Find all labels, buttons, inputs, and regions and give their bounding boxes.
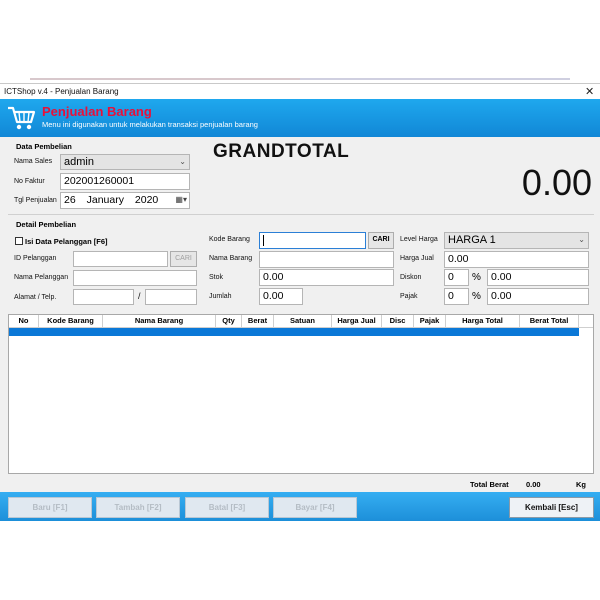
tgl-day: 26 [64,194,76,206]
nama-barang-input[interactable] [259,251,394,268]
total-berat-value: 0.00 [526,480,541,489]
tgl-penjualan-picker[interactable]: 26 January 2020 ▦▾ [60,192,190,209]
level-harga-select[interactable]: HARGA 1 ⌄ [444,232,589,249]
stok-input[interactable]: 0.00 [259,269,394,286]
table-header: No Kode Barang Nama Barang Qty Berat Sat… [9,315,593,328]
total-berat-label: Total Berat [470,480,509,489]
id-pelanggan-input[interactable] [73,251,168,267]
stok-label: Stok [209,274,224,281]
baru-button[interactable]: Baru [F1] [8,497,92,518]
col-pajak[interactable]: Pajak [414,315,446,327]
page-subtitle: Menu ini digunakan untuk melakukan trans… [42,120,258,129]
col-berat-total[interactable]: Berat Total [520,315,579,327]
window-title: ICTShop v.4 - Penjualan Barang [4,87,119,96]
col-qty[interactable]: Qty [216,315,242,327]
action-bar: Baru [F1] Tambah [F2] Batal [F3] Bayar [… [0,492,600,521]
level-harga-value: HARGA 1 [448,234,496,246]
no-faktur-label: No Faktur [14,178,45,185]
background-blur-line [30,78,300,80]
page-title: Penjualan Barang [42,104,152,119]
nama-sales-select[interactable]: admin ⌄ [60,154,190,170]
tambah-button[interactable]: Tambah [F2] [96,497,180,518]
id-pelanggan-label: ID Pelanggan [14,255,57,262]
chevron-down-icon: ⌄ [179,157,186,166]
diskon-value-input[interactable]: 0.00 [487,269,589,286]
tgl-month: January [86,194,124,206]
background-top [0,0,600,80]
chevron-down-icon: ⌄ [578,235,585,244]
col-disc[interactable]: Disc [382,315,414,327]
cari-barang-button[interactable]: CARI [368,232,394,249]
nama-sales-value: admin [64,156,94,168]
title-bar: ICTShop v.4 - Penjualan Barang ✕ [0,84,600,99]
col-nama-barang[interactable]: Nama Barang [103,315,216,327]
col-berat[interactable]: Berat [242,315,274,327]
pajak-percent-input[interactable]: 0 [444,288,469,305]
items-table[interactable]: No Kode Barang Nama Barang Qty Berat Sat… [8,314,594,474]
nama-barang-label: Nama Barang [209,255,253,262]
app-window: ICTShop v.4 - Penjualan Barang ✕ Penjual… [0,83,600,521]
bayar-button[interactable]: Bayar [F4] [273,497,357,518]
group-title-data-pembelian: Data Pembelian [16,142,72,151]
batal-button[interactable]: Batal [F3] [185,497,269,518]
kode-barang-input[interactable] [259,232,366,249]
diskon-label: Diskon [400,274,422,281]
kembali-button[interactable]: Kembali [Esc] [509,497,594,518]
tgl-year: 2020 [134,194,159,206]
calendar-icon[interactable]: ▦▾ [175,193,187,207]
nama-pelanggan-label: Nama Pelanggan [14,274,69,281]
col-satuan[interactable]: Satuan [274,315,332,327]
telp-input[interactable] [145,289,197,305]
col-no[interactable]: No [9,315,39,327]
col-kode-barang[interactable]: Kode Barang [39,315,103,327]
close-icon[interactable]: ✕ [585,85,594,98]
alamat-label: Alamat / Telp. [14,294,57,301]
harga-jual-input[interactable]: 0.00 [444,251,589,268]
no-faktur-input[interactable]: 202001260001 [60,173,190,190]
nama-pelanggan-input[interactable] [73,270,197,286]
cart-icon [8,106,36,130]
diskon-percent-input[interactable]: 0 [444,269,469,286]
percent-sign: % [472,291,481,302]
jumlah-label: Jumlah [209,293,232,300]
isi-pelanggan-checkbox[interactable] [15,237,23,245]
kode-barang-label: Kode Barang [209,236,250,243]
col-harga-jual[interactable]: Harga Jual [332,315,382,327]
nama-sales-label: Nama Sales [14,158,53,165]
col-harga-total[interactable]: Harga Total [446,315,520,327]
background-blur-line [300,78,570,80]
percent-sign: % [472,272,481,283]
table-row[interactable] [9,328,579,336]
pajak-value-input[interactable]: 0.00 [487,288,589,305]
alamat-separator: / [138,291,141,301]
divider [8,214,594,215]
grandtotal-value: 0.00 [521,162,592,203]
harga-jual-label: Harga Jual [400,255,434,262]
pajak-label: Pajak [400,293,418,300]
alamat-input[interactable] [73,289,134,305]
cari-pelanggan-button[interactable]: CARI [170,251,197,267]
tgl-penjualan-label: Tgl Penjualan [14,197,57,204]
jumlah-input[interactable]: 0.00 [259,288,303,305]
group-title-detail-pembelian: Detail Pembelian [16,220,77,229]
isi-pelanggan-label: Isi Data Pelanggan [F6] [25,237,108,246]
total-berat-unit: Kg [576,480,586,489]
header-banner: Penjualan Barang Menu ini digunakan untu… [0,99,600,137]
level-harga-label: Level Harga [400,236,438,243]
grandtotal-label: GRANDTOTAL [213,141,350,162]
